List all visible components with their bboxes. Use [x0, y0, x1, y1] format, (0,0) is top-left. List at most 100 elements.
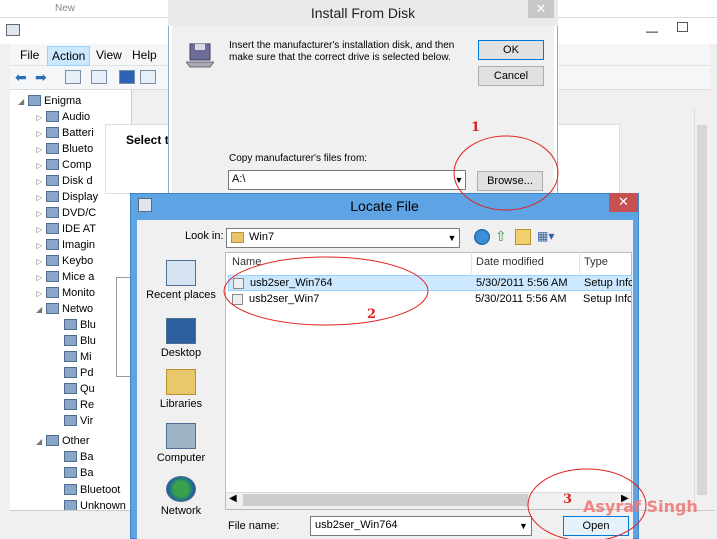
tree-item[interactable]: Mi: [64, 351, 92, 367]
list-icon[interactable]: [91, 70, 107, 84]
menu-help[interactable]: Help: [128, 48, 161, 62]
chevron-down-icon[interactable]: ▼: [519, 517, 528, 535]
file-type: Setup Infc: [584, 277, 632, 289]
column-type[interactable]: Type: [584, 256, 608, 268]
imaging-icon: [46, 239, 59, 250]
open-button[interactable]: Open: [563, 516, 629, 536]
place-desktop[interactable]: Desktop: [141, 318, 221, 359]
tree-item[interactable]: Blu: [64, 335, 96, 351]
place-network[interactable]: Network: [141, 476, 221, 517]
scrollbar-thumb[interactable]: [243, 494, 528, 506]
place-libraries[interactable]: Libraries: [141, 369, 221, 410]
network-adapter-icon: [64, 319, 77, 330]
tree-item[interactable]: Ba: [64, 467, 93, 483]
source-path-combobox[interactable]: A:\: [228, 170, 466, 190]
help-icon[interactable]: [119, 70, 135, 84]
tree-item[interactable]: ▷ Comp: [36, 159, 91, 175]
menu-view[interactable]: View: [92, 48, 126, 62]
tree-item[interactable]: Qu: [64, 383, 95, 399]
computer-icon: [166, 423, 196, 449]
tree-item[interactable]: ▷ Batteri: [36, 127, 94, 143]
tree-item[interactable]: Blu: [64, 319, 96, 335]
file-name: usb2ser_Win764: [250, 277, 333, 289]
tree-item[interactable]: ▷ IDE AT: [36, 223, 96, 239]
tree-item[interactable]: ▷ DVD/C: [36, 207, 96, 223]
close-icon[interactable]: ✕: [609, 193, 638, 212]
tree-item[interactable]: Re: [64, 399, 94, 415]
scrollbar-thumb[interactable]: [697, 125, 707, 495]
bluetooth-icon: [46, 143, 59, 154]
network-adapter-icon: [64, 415, 77, 426]
tree-item[interactable]: ▷ Disk d: [36, 175, 93, 191]
up-folder-icon[interactable]: ⇧: [495, 229, 511, 245]
menu-file[interactable]: File: [16, 48, 43, 62]
keyboard-icon: [46, 255, 59, 266]
file-type: Setup Infc: [583, 293, 631, 305]
maximize-button[interactable]: [677, 22, 688, 32]
back-icon[interactable]: [474, 229, 490, 245]
battery-icon: [46, 127, 59, 138]
tree-item[interactable]: Vir: [64, 415, 93, 431]
browse-button[interactable]: Browse...: [477, 171, 543, 191]
column-name[interactable]: Name: [232, 256, 261, 268]
tree-item[interactable]: ▷ Display: [36, 191, 98, 207]
locate-file-title: Locate File: [350, 198, 419, 214]
properties-icon[interactable]: [65, 70, 81, 84]
install-from-disk-title: Install From Disk: [310, 5, 416, 21]
network-adapter-icon: [64, 351, 77, 362]
close-icon[interactable]: ✕: [528, 0, 554, 18]
look-in-combobox[interactable]: Win7: [226, 228, 460, 248]
watermark: Asyraf Singh: [583, 497, 698, 516]
menu-action[interactable]: Action: [47, 46, 91, 66]
view-icon[interactable]: [140, 70, 156, 84]
scroll-left-icon[interactable]: ◀: [229, 493, 237, 504]
chevron-down-icon[interactable]: ▼: [446, 229, 458, 247]
dvd-icon: [46, 207, 59, 218]
warning-device-icon: [64, 484, 77, 495]
folder-icon: [231, 232, 244, 243]
file-row[interactable]: usb2ser_Win7 5/30/2011 5:56 AM Setup Inf…: [228, 292, 632, 308]
new-folder-icon[interactable]: [515, 229, 531, 245]
column-separator[interactable]: [471, 252, 472, 274]
tree-item[interactable]: Pd: [64, 367, 93, 383]
file-row[interactable]: usb2ser_Win764 5/30/2011 5:56 AM Setup I…: [228, 275, 632, 291]
file-name-label: File name:: [228, 520, 280, 532]
tree-item[interactable]: ◢ Other: [36, 435, 90, 451]
forward-arrow-icon[interactable]: ➡: [35, 69, 47, 86]
chevron-down-icon[interactable]: ▼: [452, 170, 466, 190]
tree-item[interactable]: ▷ Monito: [36, 287, 95, 303]
new-label: New: [55, 3, 76, 14]
column-separator[interactable]: [579, 252, 580, 274]
computer-icon: [46, 159, 59, 170]
annotation-number-3: 3: [563, 492, 573, 507]
ok-button[interactable]: OK: [478, 40, 544, 60]
tree-item[interactable]: ▷ Blueto: [36, 143, 93, 159]
back-arrow-icon[interactable]: ⬅: [15, 69, 27, 86]
tree-item[interactable]: ▷ Mice a: [36, 271, 94, 287]
other-devices-icon: [46, 435, 59, 446]
file-name: usb2ser_Win7: [249, 293, 320, 305]
tree-item[interactable]: Bluetoot: [64, 484, 120, 500]
place-recent[interactable]: Recent places: [141, 260, 221, 301]
computer-icon: [28, 95, 41, 106]
network-adapter-icon: [64, 383, 77, 394]
ide-icon: [46, 223, 59, 234]
device-manager-icon: [6, 24, 20, 36]
tree-item[interactable]: Ba: [64, 451, 93, 467]
tree-item[interactable]: ▷ Audio: [36, 111, 90, 127]
file-date: 5/30/2011 5:56 AM: [475, 293, 567, 305]
cancel-button[interactable]: Cancel: [478, 66, 544, 86]
monitor-icon: [46, 287, 59, 298]
tree-item[interactable]: ▷ Keybo: [36, 255, 93, 271]
tree-root[interactable]: ◢ Enigma: [18, 95, 81, 111]
place-computer[interactable]: Computer: [141, 423, 221, 464]
view-menu-icon[interactable]: ▦▾: [537, 229, 557, 245]
tree-item[interactable]: ▷ Imagin: [36, 239, 95, 255]
floppy-disk-icon: [186, 43, 214, 68]
minimize-button[interactable]: —: [646, 24, 658, 38]
audio-icon: [46, 111, 59, 122]
file-name-input[interactable]: usb2ser_Win764: [310, 516, 532, 536]
network-adapter-icon: [64, 335, 77, 346]
column-date-modified[interactable]: Date modified: [476, 256, 544, 268]
tree-item[interactable]: ◢ Netwo: [36, 303, 93, 319]
